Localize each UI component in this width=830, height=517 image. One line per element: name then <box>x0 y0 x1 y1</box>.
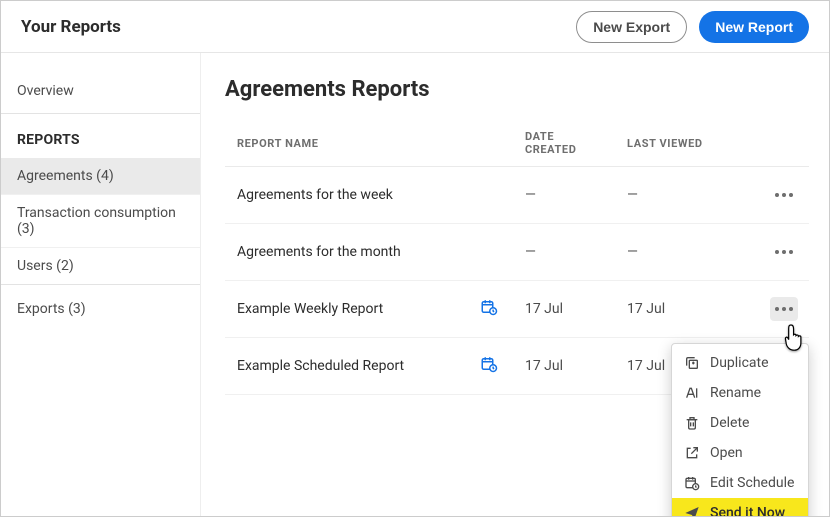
sidebar-item-overview[interactable]: Overview <box>1 69 200 114</box>
sidebar-item-users[interactable]: Users (2) <box>1 248 200 285</box>
calendar-clock-icon <box>684 475 700 491</box>
duplicate-icon <box>684 355 700 371</box>
cell-last-viewed: 17 Jul <box>617 281 760 338</box>
menu-item-send-now[interactable]: Send it Now <box>672 498 808 517</box>
table-row[interactable]: Example Weekly Report 17 Jul 17 Jul <box>225 281 809 338</box>
calendar-clock-icon <box>480 355 498 373</box>
menu-item-label: Edit Schedule <box>710 475 794 491</box>
row-actions-button[interactable] <box>770 297 798 321</box>
table-row[interactable]: Agreements for the month — — <box>225 224 809 281</box>
cell-last-viewed: — <box>617 167 760 224</box>
menu-item-open[interactable]: Open <box>672 438 808 468</box>
menu-item-delete[interactable]: Delete <box>672 408 808 438</box>
sidebar-item-exports[interactable]: Exports (3) <box>1 291 200 327</box>
cell-name: Example Scheduled Report <box>225 338 470 395</box>
menu-item-duplicate[interactable]: Duplicate <box>672 348 808 378</box>
cell-name: Example Weekly Report <box>225 281 470 338</box>
cell-date-created: — <box>515 224 617 281</box>
page-title: Your Reports <box>21 17 121 37</box>
send-icon <box>684 505 700 517</box>
body: Overview REPORTS Agreements (4) Transact… <box>1 53 829 516</box>
new-export-button[interactable]: New Export <box>576 11 687 43</box>
more-icon <box>775 307 793 311</box>
menu-item-rename[interactable]: Rename <box>672 378 808 408</box>
app-window: Your Reports New Export New Report Overv… <box>0 0 830 517</box>
calendar-clock-icon <box>480 298 498 316</box>
new-report-button[interactable]: New Report <box>699 11 809 43</box>
menu-item-label: Send it Now <box>710 505 785 517</box>
rename-icon <box>684 385 700 401</box>
menu-item-label: Open <box>710 445 743 461</box>
main-title: Agreements Reports <box>225 77 809 102</box>
menu-item-label: Duplicate <box>710 355 769 371</box>
header: Your Reports New Export New Report <box>1 1 829 53</box>
row-actions-menu: Duplicate Rename Delete Open Edit Schedu… <box>671 343 809 517</box>
sidebar-section-reports: REPORTS <box>1 114 200 158</box>
trash-icon <box>684 415 700 431</box>
table-row[interactable]: Agreements for the week — — <box>225 167 809 224</box>
cell-schedule-icon <box>470 338 515 395</box>
more-icon <box>775 193 793 197</box>
cell-schedule-icon <box>470 281 515 338</box>
cell-date-created: 17 Jul <box>515 281 617 338</box>
col-header-last-viewed[interactable]: LAST VIEWED <box>617 120 760 167</box>
menu-item-edit-schedule[interactable]: Edit Schedule <box>672 468 808 498</box>
open-icon <box>684 445 700 461</box>
col-header-actions <box>760 120 809 167</box>
cell-schedule-icon <box>470 167 515 224</box>
main-content: Agreements Reports REPORT NAME DATE CREA… <box>201 53 829 516</box>
header-actions: New Export New Report <box>576 11 809 43</box>
cell-date-created: — <box>515 167 617 224</box>
menu-item-label: Rename <box>710 385 761 401</box>
row-actions-button[interactable] <box>770 240 798 264</box>
row-actions-button[interactable] <box>770 183 798 207</box>
sidebar-item-agreements[interactable]: Agreements (4) <box>1 158 200 195</box>
cell-name: Agreements for the week <box>225 167 470 224</box>
sidebar-item-transaction-consumption[interactable]: Transaction consumption (3) <box>1 195 200 248</box>
cell-last-viewed: — <box>617 224 760 281</box>
col-header-date-created[interactable]: DATE CREATED <box>515 120 617 167</box>
cell-schedule-icon <box>470 224 515 281</box>
col-header-icon <box>470 120 515 167</box>
col-header-name[interactable]: REPORT NAME <box>225 120 470 167</box>
cell-name: Agreements for the month <box>225 224 470 281</box>
more-icon <box>775 250 793 254</box>
sidebar: Overview REPORTS Agreements (4) Transact… <box>1 53 201 516</box>
menu-item-label: Delete <box>710 415 749 431</box>
cell-date-created: 17 Jul <box>515 338 617 395</box>
